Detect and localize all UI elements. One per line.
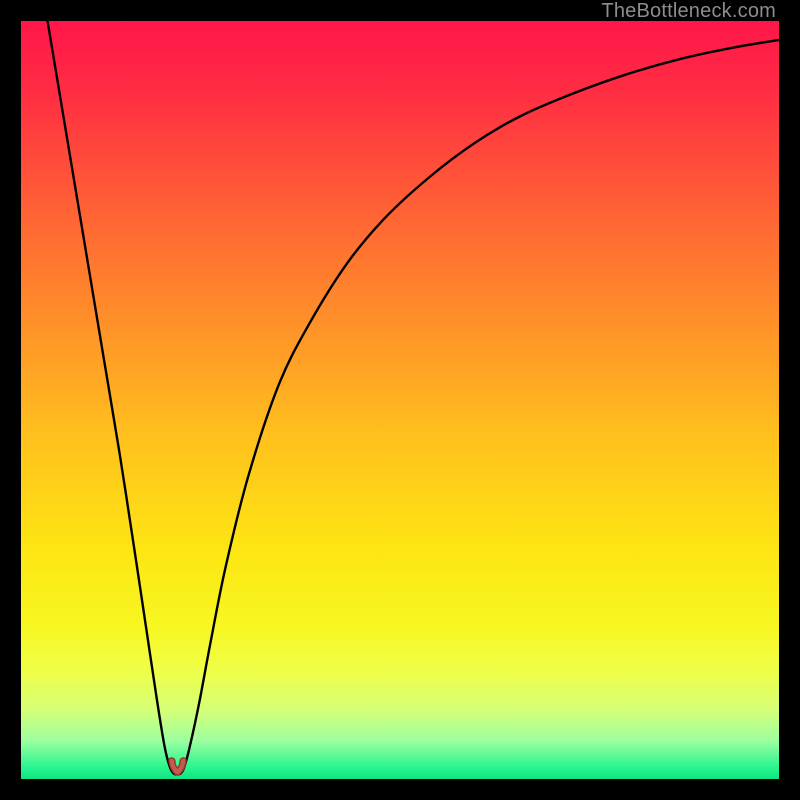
- plot-area: [21, 21, 779, 779]
- bottleneck-curve: [21, 21, 779, 779]
- watermark: TheBottleneck.com: [601, 0, 776, 23]
- chart-frame: TheBottleneck.com: [0, 0, 800, 800]
